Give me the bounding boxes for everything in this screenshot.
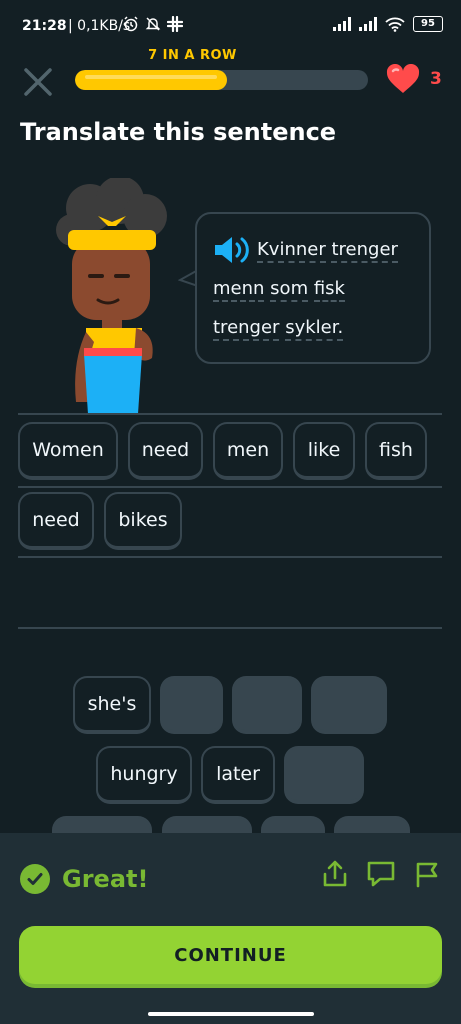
status-network-speed: | 0,1KB/s (68, 18, 131, 34)
signal-icon (333, 17, 351, 31)
word-bank-slot-empty (284, 746, 364, 804)
alarm-icon (124, 16, 138, 32)
status-system-icons: 95 (333, 16, 443, 32)
answer-tile[interactable]: Women (18, 422, 118, 480)
share-icon[interactable] (322, 860, 348, 888)
battery-indicator: 95 (413, 16, 443, 32)
word-bank-tile[interactable]: she's (73, 676, 151, 734)
comment-icon[interactable] (366, 860, 396, 888)
prompt-word[interactable]: sykler. (285, 317, 344, 341)
word-bank-slot-empty (160, 676, 223, 734)
hearts-count: 3 (430, 69, 442, 89)
answer-tile[interactable]: men (213, 422, 283, 480)
signal-icon-2 (359, 17, 377, 31)
mute-notifications-icon (145, 17, 161, 31)
word-bank-tile[interactable]: hungry (96, 746, 192, 804)
wifi-icon (385, 17, 405, 32)
answer-tile[interactable]: fish (365, 422, 427, 480)
check-circle-icon (20, 864, 50, 894)
answer-tile[interactable]: like (293, 422, 355, 480)
character-illustration (56, 178, 167, 414)
answer-line (18, 486, 442, 488)
prompt-word[interactable]: menn (213, 278, 265, 302)
answer-line (18, 556, 442, 558)
slack-icon (167, 16, 183, 32)
prompt-word[interactable]: som (270, 278, 309, 302)
answer-line (18, 413, 442, 415)
word-bank-tile[interactable]: later (201, 746, 275, 804)
answer-tile[interactable]: bikes (104, 492, 182, 550)
streak-label: 7 IN A ROW (148, 48, 237, 63)
prompt-word[interactable]: trenger (331, 239, 398, 263)
answer-tile[interactable]: need (128, 422, 203, 480)
answer-line (18, 627, 442, 629)
answer-tile[interactable]: need (18, 492, 94, 550)
prompt-line: menn som fisk (213, 269, 415, 308)
prompt-line: trenger sykler. (213, 308, 415, 347)
close-icon[interactable] (20, 64, 56, 100)
status-notification-icons (123, 16, 183, 32)
lesson-progress-bar (75, 70, 368, 90)
lesson-progress-fill (75, 70, 228, 90)
prompt-word[interactable]: trenger (213, 317, 280, 341)
feedback-text: Great! (62, 865, 149, 893)
prompt-line: Kvinner trenger (213, 230, 415, 269)
page-title: Translate this sentence (20, 118, 337, 146)
status-bar: 21:28 | 0,1KB/s 95 (0, 0, 461, 52)
report-flag-icon[interactable] (414, 860, 442, 888)
status-time: 21:28 (22, 18, 67, 34)
continue-button[interactable]: CONTINUE (19, 926, 442, 984)
prompt-word[interactable]: Kvinner (257, 239, 326, 263)
prompt-speech-bubble: Kvinner trenger menn som fisk trenger sy… (195, 212, 431, 364)
hearts-counter[interactable]: 3 (386, 64, 442, 94)
home-indicator[interactable] (148, 1012, 314, 1016)
feedback-message: Great! (20, 864, 148, 894)
word-bank-slot-empty (311, 676, 387, 734)
speaker-icon[interactable] (213, 235, 251, 265)
word-bank-slot-empty (232, 676, 302, 734)
heart-icon (386, 64, 420, 93)
prompt-word[interactable]: fisk (313, 278, 345, 302)
